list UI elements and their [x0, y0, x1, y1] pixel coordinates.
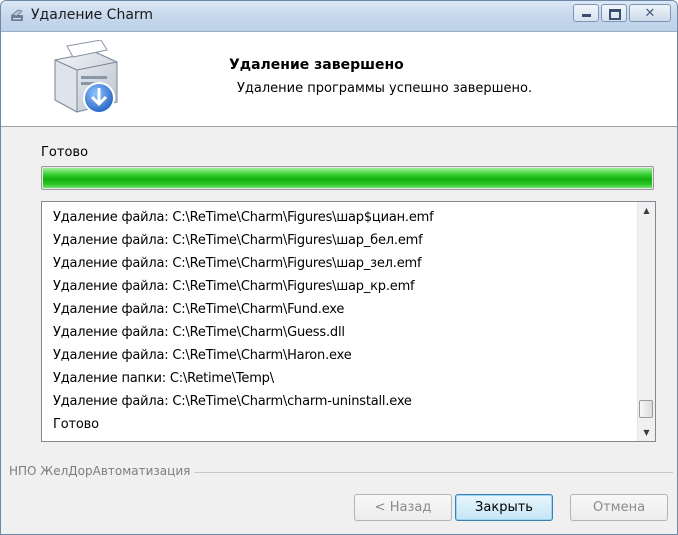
uninstaller-window: Удаление Charm ✕ Удаление завершено Удал…: [0, 0, 678, 535]
header-subtitle: Удаление программы успешно завершено.: [237, 81, 533, 96]
log-line: Готово: [53, 417, 99, 432]
cancel-button[interactable]: Отмена: [570, 494, 668, 521]
status-label: Готово: [41, 145, 89, 160]
log-line: Удаление файла: C:\ReTime\Charm\Figures\…: [53, 233, 423, 248]
uninstall-graphic-icon: [54, 40, 118, 114]
vertical-scrollbar[interactable]: ▲ ▼: [637, 202, 655, 441]
log-line: Удаление папки: C:\Retime\Temp\: [53, 371, 274, 386]
log-line: Удаление файла: C:\ReTime\Charm\Guess.dl…: [53, 325, 345, 340]
log-line: Удаление файла: C:\ReTime\Charm\Haron.ex…: [53, 348, 352, 363]
scrollbar-thumb[interactable]: [639, 400, 653, 418]
brand-label: НПО ЖелДорАвтоматизация: [9, 464, 195, 478]
title-bar[interactable]: Удаление Charm ✕: [1, 1, 677, 32]
log-listbox[interactable]: Удаление файла: C:\ReTime\Charm\Figures\…: [41, 201, 656, 442]
back-button[interactable]: < Назад: [354, 494, 452, 521]
log-line: Удаление файла: C:\ReTime\Charm\Figures\…: [53, 256, 422, 271]
scroll-down-arrow-icon[interactable]: ▼: [638, 424, 655, 441]
installer-app-icon: [11, 9, 23, 21]
log-line: Удаление файла: C:\ReTime\Charm\Fund.exe: [53, 302, 345, 317]
scroll-up-arrow-icon[interactable]: ▲: [638, 202, 655, 219]
caption-buttons: ✕: [571, 4, 671, 22]
log-line: Удаление файла: C:\ReTime\Charm\Figures\…: [53, 279, 415, 294]
progress-fill: [43, 168, 652, 188]
maximize-button[interactable]: [601, 4, 627, 22]
window-title: Удаление Charm: [31, 7, 154, 23]
close-window-button[interactable]: ✕: [629, 4, 671, 22]
log-lines: Удаление файла: C:\ReTime\Charm\Figures\…: [53, 206, 434, 436]
close-icon: ✕: [644, 6, 656, 21]
wizard-header: Удаление завершено Удаление программы ус…: [1, 32, 677, 127]
log-line: Удаление файла: C:\ReTime\Charm\charm-un…: [53, 394, 412, 409]
minimize-button[interactable]: [573, 4, 599, 22]
log-line: Удаление файла: C:\ReTime\Charm\Figures\…: [53, 210, 434, 225]
finish-close-button[interactable]: Закрыть: [455, 494, 553, 521]
progress-bar: [41, 166, 654, 190]
header-title: Удаление завершено: [229, 57, 404, 73]
